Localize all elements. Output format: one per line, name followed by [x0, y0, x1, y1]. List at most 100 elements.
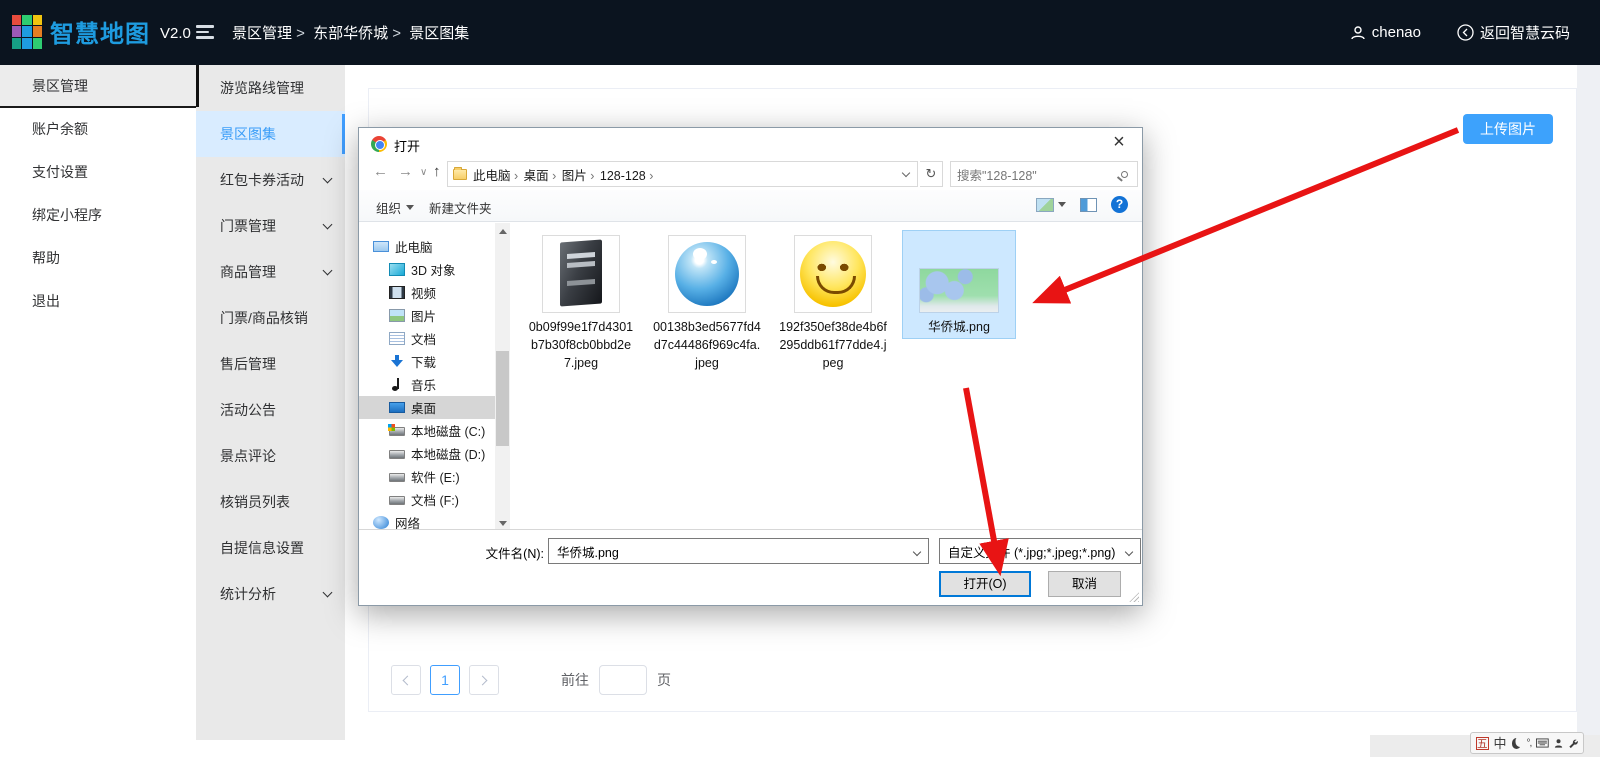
breadcrumb-item[interactable]: 东部华侨城	[313, 25, 405, 42]
ime-fullwidth-moon-icon[interactable]	[1512, 738, 1522, 749]
history-dropdown-icon[interactable]: ∨	[420, 167, 427, 178]
path-segment[interactable]: 桌面	[524, 169, 560, 183]
tree-item-label: 此电脑	[395, 237, 433, 256]
ime-keyboard-icon[interactable]	[1536, 738, 1549, 748]
tree-item[interactable]: 此电脑	[359, 235, 495, 258]
submenu-item[interactable]: 景点评论	[196, 433, 345, 479]
submenu-item[interactable]: 自提信息设置	[196, 525, 345, 571]
file-thumbnail	[653, 233, 761, 313]
submenu-item[interactable]: 门票管理	[196, 203, 345, 249]
scroll-up-icon[interactable]	[495, 223, 510, 238]
collapse-menu-icon[interactable]	[196, 25, 214, 39]
path-segment[interactable]: 此电脑	[473, 169, 522, 183]
cancel-button[interactable]: 取消	[1048, 571, 1121, 597]
sidebar-item[interactable]: 帮助	[0, 237, 196, 280]
address-dropdown-icon[interactable]	[902, 168, 910, 176]
tree-item[interactable]: 软件 (E:)	[359, 465, 495, 488]
up-arrow-icon[interactable]: ↑	[433, 163, 441, 180]
submenu-item[interactable]: 售后管理	[196, 341, 345, 387]
ime-toolbar[interactable]: 五 中 °,	[1470, 732, 1584, 754]
thumbnail-view-icon	[1036, 198, 1054, 212]
tree-scrollbar[interactable]	[495, 223, 510, 531]
submenu-item-label: 核销员列表	[220, 479, 290, 525]
ime-wrench-icon[interactable]	[1568, 738, 1578, 749]
tree-item[interactable]: 视频	[359, 281, 495, 304]
filename-value: 华侨城.png	[557, 542, 619, 561]
view-mode-button[interactable]	[1036, 198, 1066, 212]
organize-button[interactable]: 组织	[376, 198, 414, 217]
path-segment[interactable]: 128-128	[600, 169, 654, 183]
file-item[interactable]: 192f350ef38de4b6f295ddb61f77dde4.jpeg	[777, 231, 889, 374]
logo-version: V2.0	[160, 25, 191, 42]
submenu-item[interactable]: 核销员列表	[196, 479, 345, 525]
resize-grip[interactable]	[1129, 592, 1139, 602]
tree-item-icon	[389, 450, 405, 459]
caret-down-icon	[1058, 202, 1066, 211]
preview-pane-icon[interactable]	[1080, 198, 1097, 212]
tree-item[interactable]: 文档	[359, 327, 495, 350]
tree-item[interactable]: 音乐	[359, 373, 495, 396]
file-item[interactable]: 华侨城.png	[903, 231, 1015, 338]
breadcrumb-item[interactable]: 景区图集	[409, 25, 469, 42]
file-item[interactable]: 00138b3ed5677fd4d7c44486f969c4fa.jpeg	[651, 231, 763, 374]
upload-image-button[interactable]: 上传图片	[1463, 114, 1553, 144]
tree-item[interactable]: 图片	[359, 304, 495, 327]
tree-item-label: 本地磁盘 (D:)	[411, 444, 485, 463]
tree-item[interactable]: 本地磁盘 (D:)	[359, 442, 495, 465]
tree-item-icon	[389, 263, 405, 276]
sidebar-item-label: 支付设置	[32, 164, 88, 180]
next-page-button[interactable]	[469, 665, 499, 695]
submenu-item[interactable]: 统计分析	[196, 571, 345, 617]
tree-item[interactable]: 3D 对象	[359, 258, 495, 281]
path-segment[interactable]: 图片	[562, 169, 598, 183]
page-background-strip	[1577, 65, 1600, 757]
sidebar-item[interactable]: 景区管理	[0, 65, 196, 108]
submenu-item[interactable]: 景区图集	[196, 111, 345, 157]
breadcrumb-item[interactable]: 景区管理	[232, 25, 309, 42]
dialog-titlebar[interactable]: 打开 ×	[359, 128, 1142, 160]
pagination: 1 前往 页	[391, 665, 671, 695]
caret-down-icon	[406, 205, 414, 214]
return-cloud-link[interactable]: 返回智慧云码	[1457, 22, 1570, 43]
file-item[interactable]: 0b09f99e1f7d4301b7b30f8cb0bbd2e7.jpeg	[525, 231, 637, 374]
back-arrow-icon[interactable]: ←	[373, 163, 388, 180]
filetype-combobox[interactable]: 自定义文件 (*.jpg;*.jpeg;*.png)	[939, 538, 1141, 564]
filename-combobox[interactable]: 华侨城.png	[548, 538, 929, 564]
ime-wubi-key[interactable]: 五	[1476, 737, 1489, 750]
submenu-item-label: 商品管理	[220, 249, 276, 295]
tree-item[interactable]: 本地磁盘 (C:)	[359, 419, 495, 442]
ime-lang-key[interactable]: 中	[1494, 737, 1507, 750]
submenu-item[interactable]: 活动公告	[196, 387, 345, 433]
close-icon[interactable]: ×	[1106, 130, 1132, 154]
refresh-button[interactable]: ↻	[920, 161, 943, 187]
sidebar-item[interactable]: 支付设置	[0, 151, 196, 194]
help-icon[interactable]: ?	[1111, 196, 1128, 213]
submenu-item[interactable]: 商品管理	[196, 249, 345, 295]
submenu-item[interactable]: 游览路线管理	[196, 65, 345, 111]
tree-item[interactable]: 下载	[359, 350, 495, 373]
ime-person-icon[interactable]	[1554, 738, 1563, 749]
submenu-item[interactable]: 门票/商品核销	[196, 295, 345, 341]
tree-item-label: 视频	[411, 283, 436, 302]
scrollbar-thumb[interactable]	[496, 351, 509, 446]
ime-punctuation-icon[interactable]: °,	[1526, 738, 1531, 749]
forward-arrow-icon[interactable]: →	[398, 163, 413, 180]
sidebar-item[interactable]: 账户余额	[0, 108, 196, 151]
goto-page-input[interactable]	[599, 665, 647, 695]
tree-item[interactable]: 网络	[359, 511, 495, 531]
tree-item[interactable]: 桌面	[359, 396, 495, 419]
user-menu[interactable]: chenao	[1350, 24, 1421, 41]
address-bar[interactable]: 此电脑桌面图片128-128	[447, 161, 918, 187]
chevron-down-icon	[323, 220, 333, 230]
sidebar-item[interactable]: 绑定小程序	[0, 194, 196, 237]
sidebar-item[interactable]: 退出	[0, 280, 196, 323]
search-icon	[1121, 171, 1128, 178]
open-button[interactable]: 打开(O)	[939, 571, 1031, 597]
page-number-button[interactable]: 1	[430, 665, 460, 695]
tree-item[interactable]: 文档 (F:)	[359, 488, 495, 511]
prev-page-button[interactable]	[391, 665, 421, 695]
folder-tree: 此电脑 3D 对象视频图片文档下载音乐桌面本地磁盘 (C:) 本地磁盘 (D:) 软件…	[359, 223, 495, 531]
new-folder-button[interactable]: 新建文件夹	[429, 198, 492, 217]
submenu-item[interactable]: 红包卡券活动	[196, 157, 345, 203]
search-box[interactable]: 搜索"128-128"	[950, 161, 1138, 187]
